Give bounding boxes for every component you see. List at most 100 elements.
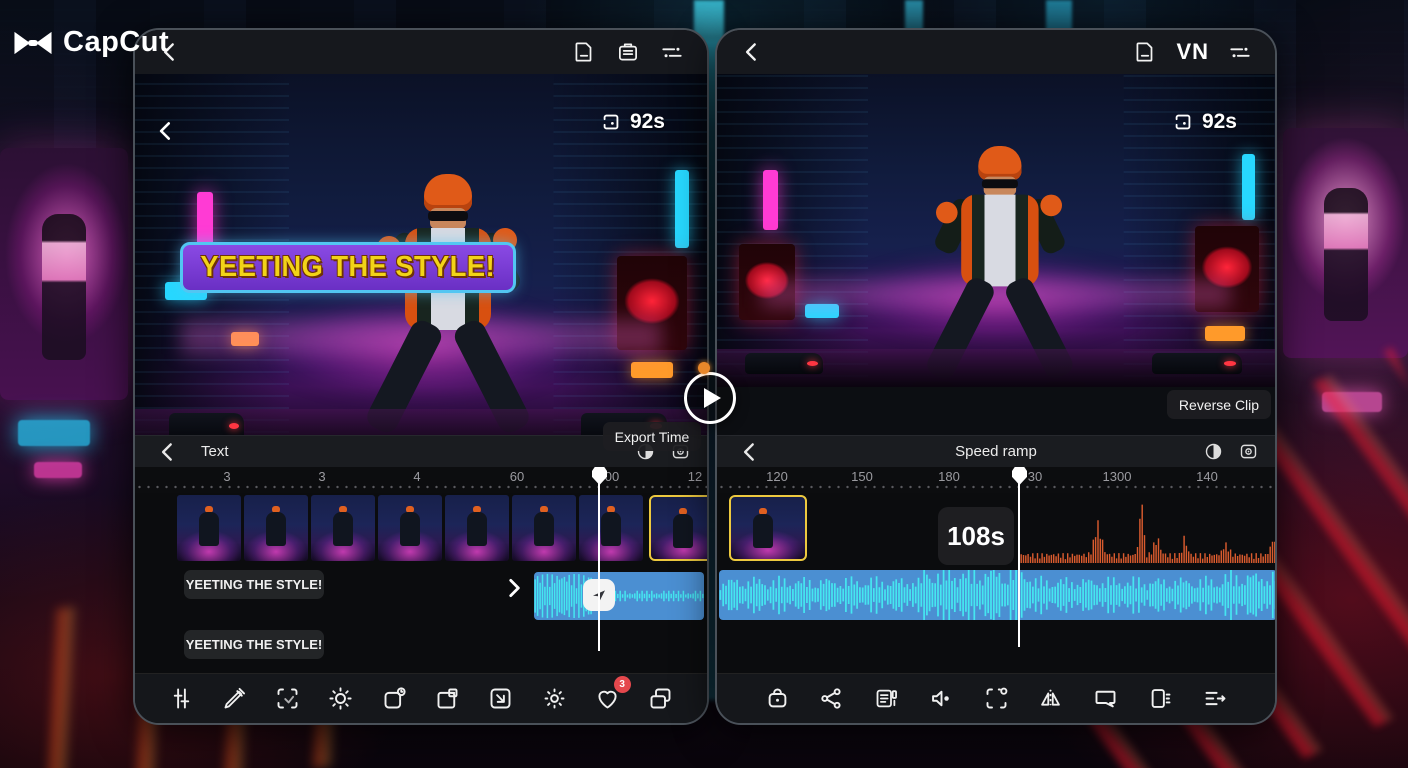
audio-clip[interactable]: [534, 572, 704, 620]
neon-sign: [1242, 154, 1255, 220]
duration-chip: 92s: [600, 110, 665, 134]
neon-sign: [631, 362, 673, 378]
edit-pen-icon[interactable]: [218, 683, 250, 715]
timer-icon[interactable]: [378, 683, 410, 715]
heart-badge: 3: [614, 676, 631, 693]
capcut-logo-icon: [12, 27, 54, 59]
audio-waveform: [534, 572, 704, 620]
capcut-preview[interactable]: 92s YEETING THE STYLE! Export Time: [135, 74, 707, 455]
neon-sign: [18, 420, 90, 446]
brightness-icon[interactable]: [325, 683, 357, 715]
right-billboard: [1283, 128, 1408, 358]
playhead[interactable]: [599, 467, 607, 485]
caption-banner[interactable]: YEETING THE STYLE!: [180, 242, 516, 293]
favorites-heart-icon[interactable]: 3: [592, 683, 624, 715]
ruler-label: 3: [223, 469, 230, 484]
clip-thumbnail[interactable]: [244, 495, 308, 561]
play-overlay: [684, 372, 736, 424]
panel-title: Speed ramp: [717, 443, 1275, 460]
panel-back-icon[interactable]: [155, 439, 181, 465]
project-box-icon[interactable]: [615, 39, 641, 65]
snapshot-icon[interactable]: [1238, 441, 1259, 462]
play-button[interactable]: [684, 372, 736, 424]
screen: CapCut: [0, 0, 1408, 768]
mirror-flip-icon[interactable]: [1035, 683, 1067, 715]
ruler-label: 120: [766, 469, 788, 484]
back-icon[interactable]: [739, 39, 765, 65]
clip-thumbnail[interactable]: [445, 495, 509, 561]
vn-phone: VN: [715, 28, 1277, 725]
duration-label: 92s: [630, 110, 665, 134]
filter-box-icon[interactable]: [485, 683, 517, 715]
neon-sign: [34, 462, 82, 478]
selected-clip-thumbnail[interactable]: [729, 495, 807, 561]
caption-banner-text: YEETING THE STYLE!: [201, 251, 496, 284]
text-clip[interactable]: YEETING THE STYLE!: [184, 570, 324, 599]
ruler-label: 4: [413, 469, 420, 484]
notification-dot: [698, 362, 710, 374]
duration-chip: 92s: [1172, 110, 1237, 134]
split-adjust-icon[interactable]: [1227, 39, 1253, 65]
car: [745, 353, 823, 375]
export-draft-icon[interactable]: [1132, 39, 1158, 65]
export-draft-icon[interactable]: [571, 39, 597, 65]
speed-panel-header: Speed ramp: [717, 435, 1275, 467]
audio-waveform: [719, 570, 1277, 620]
storyboard-icon[interactable]: [1144, 683, 1176, 715]
share-icon[interactable]: [816, 683, 848, 715]
clip-thumbnail[interactable]: [311, 495, 375, 561]
ruler-ticks: [717, 485, 1275, 489]
capcut-phone: 92s YEETING THE STYLE! Export Time Text: [133, 28, 709, 725]
frame-select-icon[interactable]: [980, 683, 1012, 715]
overlay-icon[interactable]: [432, 683, 464, 715]
layers-icon[interactable]: [645, 683, 677, 715]
adjust-sliders-icon[interactable]: [165, 683, 197, 715]
ruler-label: 3: [318, 469, 325, 484]
vn-app-label: VN: [1176, 39, 1209, 65]
duration-label: 92s: [1202, 110, 1237, 134]
vn-toolbar: [717, 673, 1275, 723]
clip-thumbnail[interactable]: [512, 495, 576, 561]
reverse-clip-button[interactable]: Reverse Clip: [1167, 390, 1271, 419]
split-adjust-icon[interactable]: [659, 39, 685, 65]
selected-clip-thumbnail[interactable]: [649, 495, 709, 561]
duration-icon: [1172, 111, 1194, 133]
export-time-button[interactable]: Export Time: [603, 422, 701, 451]
clip-thumbnail[interactable]: [177, 495, 241, 561]
neon-sign: [763, 170, 778, 230]
ruler-label: 1300: [1103, 469, 1132, 484]
timeline-ruler: 120 150 180 30 1300 140: [717, 467, 1275, 493]
ruler-label: 140: [1196, 469, 1218, 484]
volume-icon[interactable]: [925, 683, 957, 715]
clip-thumbnail[interactable]: [378, 495, 442, 561]
neon-sign: [675, 170, 689, 248]
track-arrange-icon[interactable]: [1199, 683, 1231, 715]
brand: CapCut: [12, 26, 169, 59]
speed-duration-label: 108s: [938, 507, 1014, 565]
brand-name: CapCut: [63, 26, 169, 59]
speed-waveform: [1020, 501, 1276, 563]
captions-icon[interactable]: [871, 683, 903, 715]
playhead[interactable]: [1019, 467, 1027, 485]
clip-thumbnail[interactable]: [579, 495, 643, 561]
audio-track[interactable]: [719, 570, 1277, 620]
vn-preview[interactable]: 92s: [717, 74, 1275, 387]
playhead-line: [598, 475, 600, 651]
ruler-label: 30: [1028, 469, 1042, 484]
expand-track-icon[interactable]: [501, 575, 527, 601]
playhead-line: [1018, 475, 1020, 647]
ruler-ticks: [135, 485, 707, 489]
lock-bag-icon[interactable]: [761, 683, 793, 715]
text-clip[interactable]: YEETING THE STYLE!: [184, 630, 324, 659]
comment-icon[interactable]: [1090, 683, 1122, 715]
neon-sign: [1205, 326, 1245, 341]
play-icon: [704, 388, 721, 408]
ruler-label: 150: [851, 469, 873, 484]
ruler-label: 60: [510, 469, 524, 484]
ruler-label: 180: [938, 469, 960, 484]
crop-select-icon[interactable]: [272, 683, 304, 715]
contrast-icon[interactable]: [1203, 441, 1224, 462]
timeline-ruler: 3 3 4 60 00 12: [135, 467, 707, 493]
preview-back-icon[interactable]: [153, 118, 179, 144]
glow-icon[interactable]: [538, 683, 570, 715]
